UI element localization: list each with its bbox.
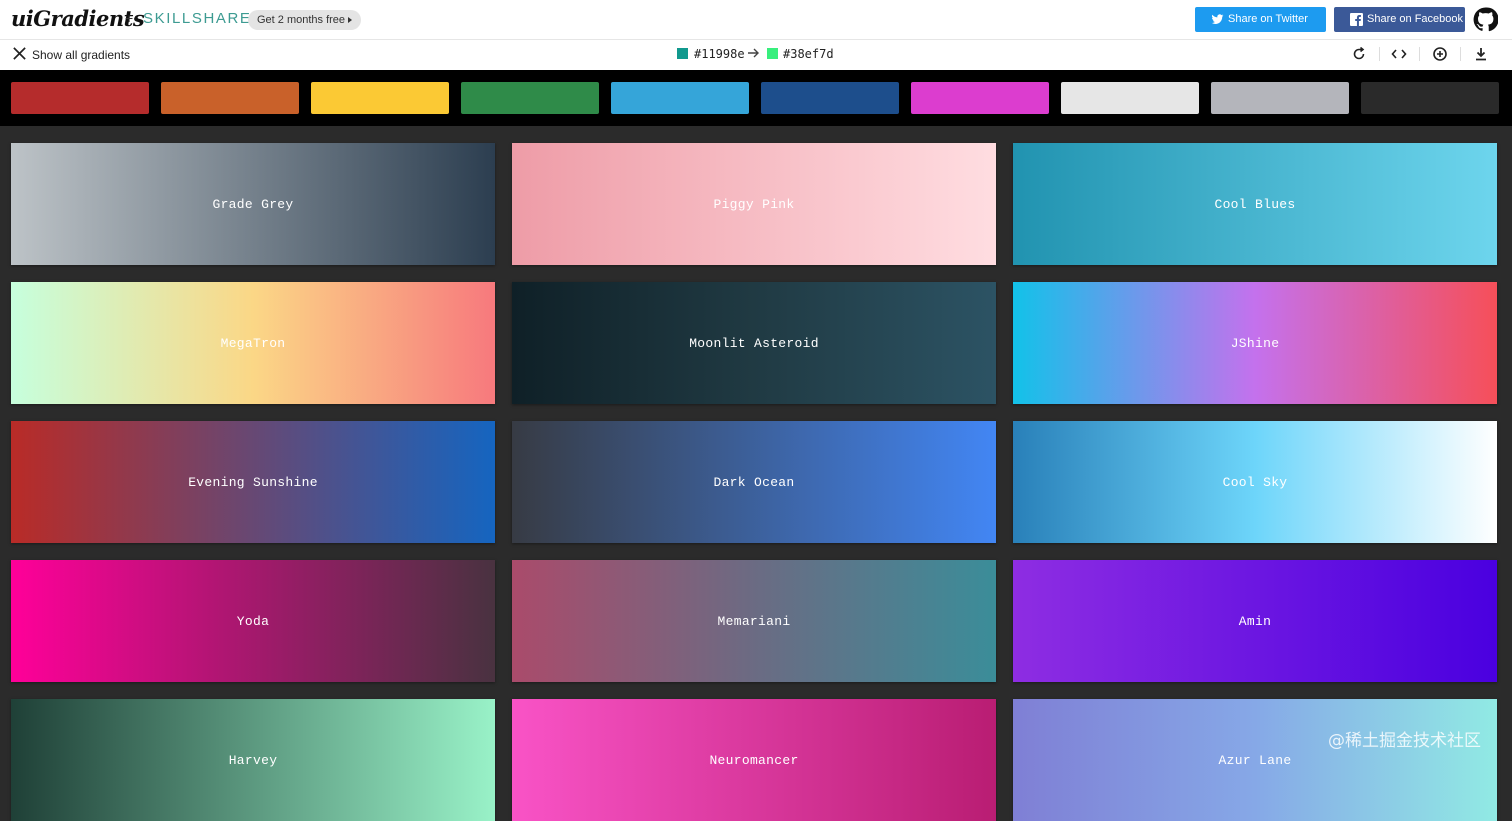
rotate-icon[interactable] [1351,46,1367,62]
show-all-gradients-link[interactable]: Show all gradients [32,48,130,62]
gradient-card[interactable]: Dark Ocean [512,421,996,543]
add-gradient-icon[interactable] [1432,46,1448,62]
promo-label: Get 2 months free [257,14,346,26]
top-bar: uiGradients + SKILLSHARE Get 2 months fr… [0,0,1512,40]
gradient-name: JShine [1230,335,1280,351]
gradient-name: MegaTron [220,335,286,351]
from-color-swatch [677,48,688,59]
color-filter-chip[interactable] [611,82,749,114]
gradient-card[interactable]: Grade Grey [11,143,495,265]
gradient-name: Moonlit Asteroid [689,335,819,351]
facebook-icon [1350,13,1363,26]
gradient-card[interactable]: Azur Lane [1013,699,1497,821]
gradient-card[interactable]: JShine [1013,282,1497,404]
gradient-name: Dark Ocean [713,474,795,490]
gradient-card[interactable]: Harvey [11,699,495,821]
gradient-card[interactable]: Neuromancer [512,699,996,821]
gradient-name: Cool Blues [1214,196,1296,212]
color-filter-chip[interactable] [1361,82,1499,114]
toolbar-divider [1460,47,1461,61]
gradient-card[interactable]: Amin [1013,560,1497,682]
from-color-hex: #11998e [694,47,745,61]
color-filter-chip[interactable] [761,82,899,114]
gradient-name: Neuromancer [709,752,799,768]
toolbar-divider [1379,47,1380,61]
color-filter-chip[interactable] [311,82,449,114]
gradient-card[interactable]: Moonlit Asteroid [512,282,996,404]
gradient-name: Azur Lane [1218,752,1292,768]
promo-button[interactable]: Get 2 months free [248,10,362,30]
plus-sign: + [125,10,134,26]
code-icon[interactable] [1391,46,1407,62]
gradient-toolbar: Show all gradients #11998e #38ef7d [0,40,1512,70]
close-icon[interactable] [12,46,27,61]
gradient-name: Yoda [236,613,270,629]
gradient-name: Evening Sunshine [188,474,318,490]
color-filter-chip[interactable] [161,82,299,114]
share-facebook-button[interactable]: Share on Facebook [1334,7,1465,32]
color-filter-chip[interactable] [911,82,1049,114]
gradient-grid: Grade Grey Piggy Pink Cool Blues MegaTron Mo… [0,126,1512,821]
twitter-icon [1211,14,1224,24]
download-icon[interactable] [1473,46,1489,62]
gradient-card[interactable]: Yoda [11,560,495,682]
github-icon[interactable] [1473,7,1498,32]
color-filter-bar [0,70,1512,126]
gradient-card[interactable]: Cool Blues [1013,143,1497,265]
share-twitter-button[interactable]: Share on Twitter [1195,7,1326,32]
to-color-swatch [767,48,778,59]
gradient-card[interactable]: Evening Sunshine [11,421,495,543]
gradient-card[interactable]: Piggy Pink [512,143,996,265]
gradient-name: Piggy Pink [713,196,795,212]
caret-right-icon [348,17,353,24]
gradient-name: Amin [1238,613,1272,629]
gradient-name: Memariani [717,613,791,629]
share-twitter-label: Share on Twitter [1228,13,1308,25]
color-filter-chip[interactable] [1211,82,1349,114]
gradient-card[interactable]: MegaTron [11,282,495,404]
gradient-name: Harvey [228,752,278,768]
color-filter-chip[interactable] [461,82,599,114]
color-filter-chip[interactable] [1061,82,1199,114]
to-color-hex: #38ef7d [783,47,834,61]
toolbar-divider [1419,47,1420,61]
share-facebook-label: Share on Facebook [1367,13,1464,25]
gradient-name: Cool Sky [1222,474,1288,490]
arrow-right-icon [748,48,759,58]
skillshare-link[interactable]: SKILLSHARE [143,10,252,27]
gradient-name: Grade Grey [212,196,294,212]
gradient-card[interactable]: Memariani [512,560,996,682]
color-filter-chip[interactable] [11,82,149,114]
gradient-card[interactable]: Cool Sky [1013,421,1497,543]
watermark: @稀土掘金技术社区 [1328,731,1481,751]
